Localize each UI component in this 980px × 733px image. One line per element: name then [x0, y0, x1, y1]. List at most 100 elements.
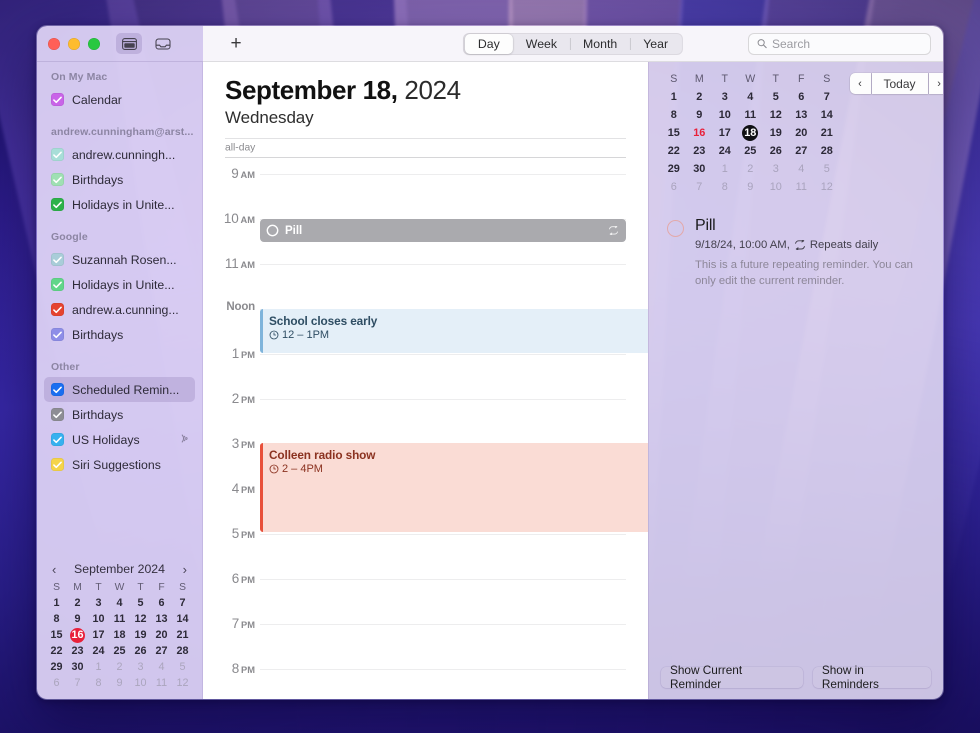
mini-calendar-day[interactable]: 3: [88, 596, 109, 610]
close-button[interactable]: [48, 37, 60, 50]
inspector-month-day[interactable]: 4: [789, 161, 815, 177]
mini-calendar-day[interactable]: 1: [88, 660, 109, 674]
mini-calendar-day[interactable]: 6: [46, 676, 67, 690]
inspector-month-day[interactable]: 5: [763, 89, 789, 105]
inspector-month-day[interactable]: 9: [687, 107, 713, 123]
inspector-month-day[interactable]: 2: [738, 161, 764, 177]
mini-calendar-day[interactable]: 5: [172, 660, 193, 674]
mini-calendar-day[interactable]: 8: [46, 612, 67, 626]
mini-calendar-day[interactable]: 5: [130, 596, 151, 610]
calendar-checkbox[interactable]: [51, 173, 64, 186]
inspector-month-day[interactable]: 4: [738, 89, 764, 105]
calendar-list-item[interactable]: Holidays in Unite...: [44, 272, 195, 297]
inspector-month-day[interactable]: 12: [763, 107, 789, 123]
search-field[interactable]: [748, 32, 931, 55]
calendar-event[interactable]: Colleen radio show 2 – 4PM: [260, 443, 648, 533]
calendar-list-item[interactable]: US Holidays: [44, 427, 195, 452]
mini-calendar-day[interactable]: 30: [67, 660, 88, 674]
mini-calendar-day[interactable]: 4: [151, 660, 172, 674]
show-current-reminder-button[interactable]: Show Current Reminder: [661, 663, 803, 691]
reminder-event[interactable]: Pill: [260, 219, 626, 243]
calendar-checkbox[interactable]: [51, 198, 64, 211]
inspector-month-day[interactable]: 7: [687, 179, 713, 195]
mini-calendar-day[interactable]: 24: [88, 644, 109, 658]
tab-year[interactable]: Year: [630, 34, 681, 54]
mini-calendar-day[interactable]: 25: [109, 644, 130, 658]
inspector-month-day[interactable]: 7: [814, 89, 840, 105]
search-input[interactable]: [772, 36, 922, 51]
inspector-month-day[interactable]: 10: [763, 179, 789, 195]
add-event-button[interactable]: +: [225, 33, 247, 55]
mini-calendar-day[interactable]: 20: [151, 628, 172, 642]
mini-calendar-day[interactable]: 21: [172, 628, 193, 642]
next-day-button[interactable]: ›: [928, 73, 943, 94]
inspector-month-day[interactable]: 21: [814, 125, 840, 141]
reminder-event-checkbox[interactable]: [266, 224, 279, 237]
mini-calendar-day[interactable]: 22: [46, 644, 67, 658]
mini-calendar-day[interactable]: 28: [172, 644, 193, 658]
mini-calendar-day[interactable]: 15: [46, 628, 67, 642]
calendar-checkbox[interactable]: [51, 253, 64, 266]
calendar-checkbox[interactable]: [51, 433, 64, 446]
calendar-checkbox[interactable]: [51, 328, 64, 341]
mini-calendar-day[interactable]: 26: [130, 644, 151, 658]
calendar-list-item[interactable]: Suzannah Rosen...: [44, 247, 195, 272]
sidebar-toggle-icon[interactable]: [116, 33, 142, 54]
mini-calendar-day[interactable]: 11: [151, 676, 172, 690]
inspector-month-day[interactable]: 16: [687, 125, 713, 141]
calendar-list-item[interactable]: Birthdays: [44, 402, 195, 427]
inspector-month-day[interactable]: 15: [661, 125, 687, 141]
mini-calendar-day[interactable]: 7: [172, 596, 193, 610]
mini-calendar-day[interactable]: 10: [130, 676, 151, 690]
inspector-month-day[interactable]: 10: [712, 107, 738, 123]
inspector-month-day[interactable]: 11: [789, 179, 815, 195]
tab-day[interactable]: Day: [464, 33, 513, 54]
inspector-month-day[interactable]: 1: [712, 161, 738, 177]
mini-calendar-day[interactable]: 23: [67, 644, 88, 658]
mini-calendar-day[interactable]: 13: [151, 612, 172, 626]
show-in-reminders-button[interactable]: Show in Reminders: [812, 663, 931, 691]
inspector-month-day[interactable]: 8: [712, 179, 738, 195]
inspector-month-day[interactable]: 6: [789, 89, 815, 105]
calendar-checkbox[interactable]: [51, 148, 64, 161]
mini-calendar-day[interactable]: 3: [130, 660, 151, 674]
calendar-list-item[interactable]: andrew.a.cunning...: [44, 297, 195, 322]
inspector-month-day[interactable]: 13: [789, 107, 815, 123]
mini-calendar-day[interactable]: 11: [109, 612, 130, 626]
inspector-month-day[interactable]: 18: [738, 125, 764, 141]
mini-calendar-day[interactable]: 9: [109, 676, 130, 690]
calendar-checkbox[interactable]: [51, 93, 64, 106]
inspector-month-day[interactable]: 28: [814, 143, 840, 159]
calendar-list-item[interactable]: Birthdays: [44, 322, 195, 347]
tab-week[interactable]: Week: [513, 34, 570, 54]
inspector-month-day[interactable]: 30: [687, 161, 713, 177]
inspector-month-day[interactable]: 5: [814, 161, 840, 177]
mini-calendar-day[interactable]: 17: [88, 628, 109, 642]
calendar-checkbox[interactable]: [51, 383, 64, 396]
inbox-icon[interactable]: [150, 33, 176, 54]
inspector-month-day[interactable]: 6: [661, 179, 687, 195]
inspector-month-day[interactable]: 14: [814, 107, 840, 123]
inspector-month-day[interactable]: 24: [712, 143, 738, 159]
calendar-list-item[interactable]: Birthdays: [44, 167, 195, 192]
inspector-month-day[interactable]: 19: [763, 125, 789, 141]
calendar-event[interactable]: School closes early 12 – 1PM: [260, 309, 648, 354]
calendar-checkbox[interactable]: [51, 408, 64, 421]
inspector-month-day[interactable]: 27: [789, 143, 815, 159]
inspector-month-day[interactable]: 1: [661, 89, 687, 105]
tab-month[interactable]: Month: [570, 34, 630, 54]
inspector-month-day[interactable]: 11: [738, 107, 764, 123]
hour-grid[interactable]: 9 AM 10 AM 11 AM Noon 1 PM 2 PM 3 PM 4 PM 5 PM 6 PM 7 PM 8 PM P…: [203, 158, 648, 699]
mini-calendar-day[interactable]: 14: [172, 612, 193, 626]
inspector-month-day[interactable]: 29: [661, 161, 687, 177]
inspector-month-day[interactable]: 9: [738, 179, 764, 195]
today-button[interactable]: Today: [871, 73, 928, 94]
mini-calendar-day[interactable]: 29: [46, 660, 67, 674]
inspector-month-day[interactable]: 3: [712, 89, 738, 105]
calendar-list-item[interactable]: andrew.cunningh...: [44, 142, 195, 167]
zoom-button[interactable]: [88, 37, 100, 50]
mini-calendar-day[interactable]: 9: [67, 612, 88, 626]
inspector-month-day[interactable]: 25: [738, 143, 764, 159]
calendar-checkbox[interactable]: [51, 278, 64, 291]
inspector-month-day[interactable]: 20: [789, 125, 815, 141]
